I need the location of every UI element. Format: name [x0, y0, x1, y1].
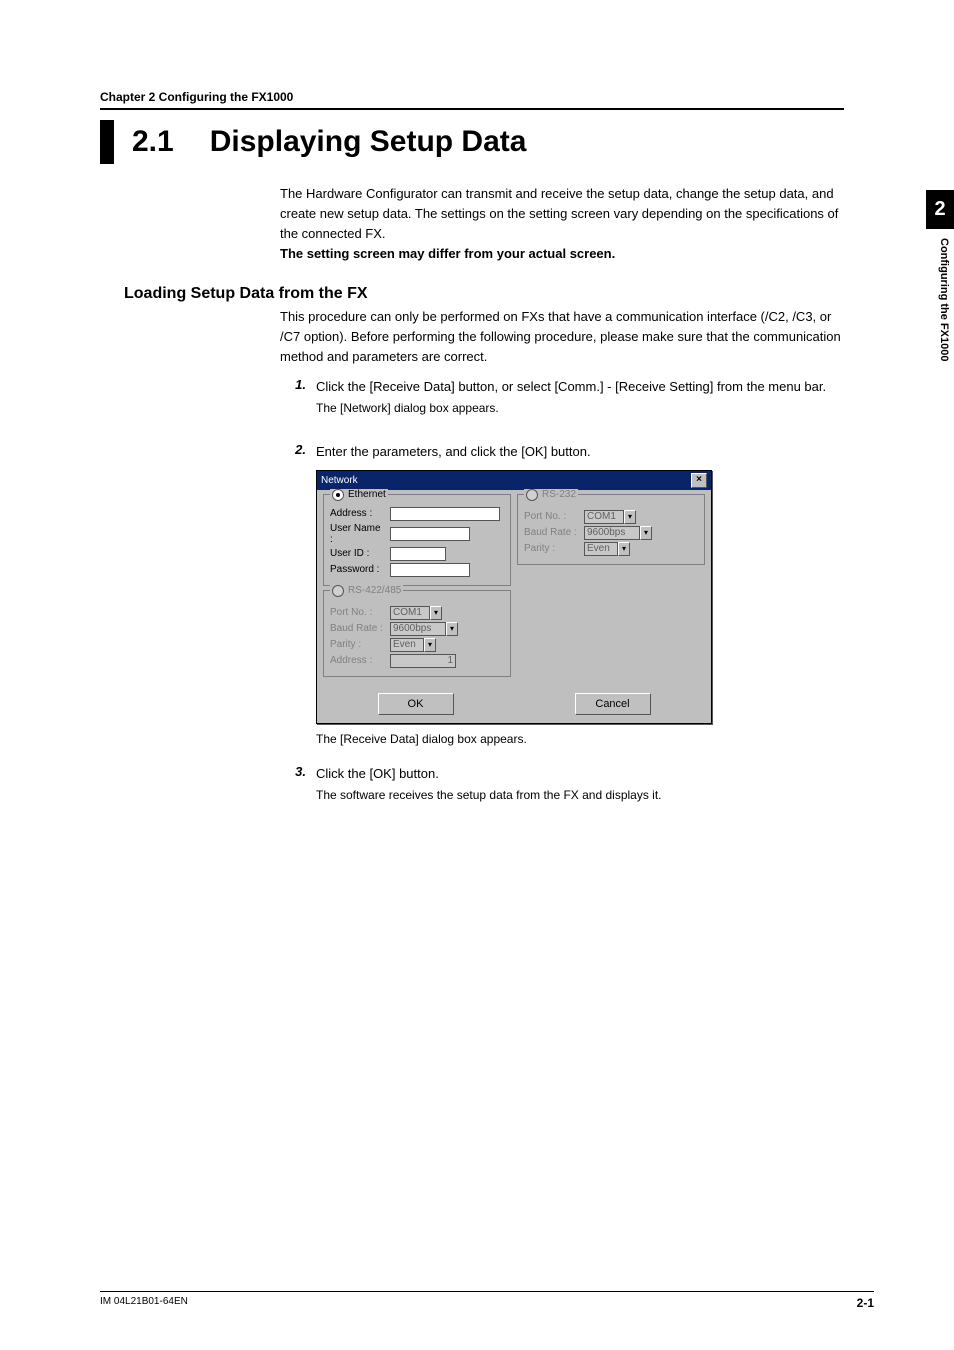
rs422-address-input: 1	[390, 654, 456, 668]
ethernet-radio[interactable]: Ethernet	[330, 489, 388, 501]
rs232-parity-label: Parity :	[524, 543, 580, 554]
rs232-port-label: Port No. :	[524, 511, 580, 522]
chevron-down-icon: ▾	[424, 638, 436, 652]
rs422-parity-select: Even	[390, 638, 424, 652]
rs232-baud-select: 9600bps	[584, 526, 640, 540]
username-label: User Name :	[330, 523, 386, 545]
chevron-down-icon: ▾	[618, 542, 630, 556]
step-note: The [Network] dialog box appears.	[316, 399, 844, 418]
step-text: Click the [Receive Data] button, or sele…	[316, 377, 844, 397]
dialog-titlebar: Network ×	[317, 471, 711, 490]
rs422-baud-label: Baud Rate :	[330, 623, 386, 634]
step-text: Enter the parameters, and click the [OK]…	[316, 442, 844, 462]
rs232-group: RS-232 Port No. : COM1▾ Baud Rate : 9600…	[517, 494, 705, 565]
step-3: 3. Click the [OK] button. The software r…	[280, 764, 844, 805]
cancel-button[interactable]: Cancel	[575, 693, 651, 715]
loading-heading: Loading Setup Data from the FX	[124, 285, 844, 303]
section-number: 2.1	[132, 125, 174, 159]
rs232-parity-select: Even	[584, 542, 618, 556]
rs422-radio[interactable]: RS-422/485	[330, 585, 403, 597]
dialog-title-text: Network	[321, 475, 358, 486]
rs422-address-label: Address :	[330, 655, 386, 666]
intro-bold-note: The setting screen may differ from your …	[280, 244, 844, 264]
rs232-legend-text: RS-232	[542, 489, 576, 500]
rs422-port-select: COM1	[390, 606, 430, 620]
doc-id: IM 04L21B01-64EN	[100, 1296, 188, 1310]
loading-paragraph: This procedure can only be performed on …	[280, 307, 844, 367]
side-tab-label: Configuring the FX1000	[938, 238, 950, 361]
close-icon[interactable]: ×	[691, 473, 707, 488]
rs232-port-select: COM1	[584, 510, 624, 524]
rs422-group: RS-422/485 Port No. : COM1▾ Baud Rate : …	[323, 590, 511, 677]
password-input[interactable]	[390, 563, 470, 577]
section-header: 2.1 Displaying Setup Data	[100, 120, 844, 164]
step-number: 1.	[280, 377, 316, 418]
chevron-down-icon: ▾	[430, 606, 442, 620]
side-tab: 2	[926, 190, 954, 229]
chevron-down-icon: ▾	[446, 622, 458, 636]
rs422-parity-label: Parity :	[330, 639, 386, 650]
address-label: Address :	[330, 508, 386, 519]
userid-label: User ID :	[330, 548, 386, 559]
ethernet-legend-text: Ethernet	[348, 489, 386, 500]
network-dialog: Network × Ethernet Address :	[316, 470, 712, 724]
side-tab-number: 2	[926, 198, 954, 221]
username-input[interactable]	[390, 527, 470, 541]
rs422-port-label: Port No. :	[330, 607, 386, 618]
ethernet-group: Ethernet Address : User Name :	[323, 494, 511, 586]
userid-input[interactable]	[390, 547, 446, 561]
step-number: 2.	[280, 442, 316, 462]
rs232-baud-label: Baud Rate :	[524, 527, 580, 538]
chevron-down-icon: ▾	[640, 526, 652, 540]
section-title: Displaying Setup Data	[210, 125, 527, 159]
intro-paragraph: The Hardware Configurator can transmit a…	[280, 184, 844, 244]
step-1: 1. Click the [Receive Data] button, or s…	[280, 377, 844, 418]
after-dialog-note: The [Receive Data] dialog box appears.	[316, 732, 844, 746]
chapter-header: Chapter 2 Configuring the FX1000	[100, 90, 844, 110]
rs422-legend-text: RS-422/485	[348, 585, 401, 596]
password-label: Password :	[330, 564, 386, 575]
page-number: 2-1	[857, 1296, 874, 1310]
step-text: Click the [OK] button.	[316, 764, 844, 784]
section-marker	[100, 120, 114, 164]
rs422-baud-select: 9600bps	[390, 622, 446, 636]
page-footer: IM 04L21B01-64EN 2-1	[100, 1291, 874, 1310]
chevron-down-icon: ▾	[624, 510, 636, 524]
step-note: The software receives the setup data fro…	[316, 786, 844, 805]
step-number: 3.	[280, 764, 316, 805]
step-2: 2. Enter the parameters, and click the […	[280, 442, 844, 462]
ok-button[interactable]: OK	[378, 693, 454, 715]
rs232-radio[interactable]: RS-232	[524, 489, 578, 501]
address-input[interactable]	[390, 507, 500, 521]
